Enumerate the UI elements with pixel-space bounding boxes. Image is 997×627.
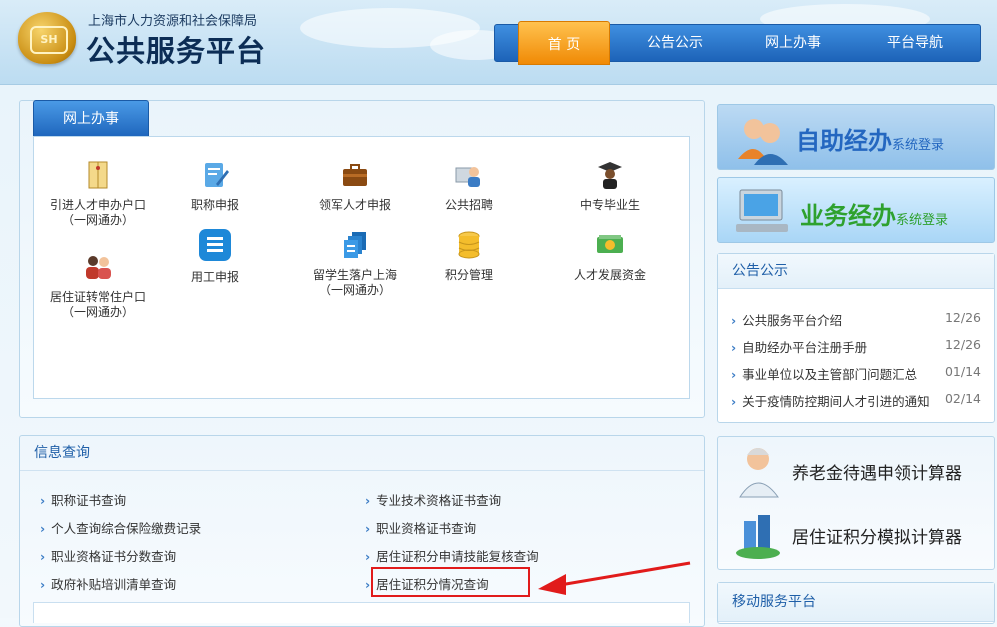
chevron-right-icon: ›	[40, 493, 46, 508]
city-buildings-icon	[736, 515, 780, 559]
link-insurance-record-query[interactable]: › 个人查询综合保险缴费记录	[40, 518, 201, 537]
link-title-certificate-query[interactable]: › 职称证书查询	[40, 490, 126, 509]
pension-calculator-label: 养老金待遇申领计算器	[792, 464, 962, 484]
nav-online-services[interactable]: 网上办事	[743, 25, 843, 61]
pension-calculator-link[interactable]: 养老金待遇申领计算器	[718, 439, 994, 503]
chevron-right-icon: ›	[40, 521, 46, 536]
main-nav: 首 页 公告公示 网上办事 平台导航	[494, 21, 981, 65]
users-icon	[738, 119, 788, 165]
documents-stack-icon	[340, 230, 370, 260]
chevron-right-icon: ›	[731, 313, 737, 328]
nav-home[interactable]: 首 页	[518, 21, 610, 65]
info-query-title: 信息查询	[20, 436, 704, 471]
service-label: 留学生落户上海 （一网通办）	[312, 268, 397, 297]
graduate-icon	[595, 160, 625, 190]
chevron-right-icon: ›	[365, 549, 371, 564]
service-title-application[interactable]: 职称申报	[160, 160, 270, 213]
emblem-text: SH	[30, 26, 68, 54]
notice-item[interactable]: › 自助经办平台注册手册 12/26	[731, 337, 981, 356]
service-label: 居住证转常住户口 （一网通办）	[49, 290, 146, 319]
service-label: 积分管理	[444, 268, 493, 282]
chevron-right-icon: ›	[731, 340, 737, 355]
money-icon	[595, 230, 625, 260]
info-query-lower-box	[33, 602, 690, 623]
service-talent-hukou[interactable]: 引进人才申办户口 （一网通办）	[43, 160, 153, 228]
highlight-box	[371, 567, 530, 597]
announcement-title: 公告公示	[718, 254, 994, 289]
nav-platform-guide[interactable]: 平台导航	[865, 25, 965, 61]
site-header: SH 上海市人力资源和社会保障局 公共服务平台 首 页 公告公示 网上办事 平台…	[0, 0, 997, 85]
recruitment-icon	[454, 160, 484, 190]
chevron-right-icon: ›	[731, 394, 737, 409]
notice-item[interactable]: › 公共服务平台介绍 12/26	[731, 310, 981, 329]
edit-form-icon	[200, 160, 230, 190]
self-service-login-banner[interactable]: 自助经办系统登录	[717, 104, 995, 170]
service-vocational-graduate[interactable]: 中专毕业生	[555, 160, 665, 213]
database-icon	[454, 230, 484, 260]
link-subsidized-training-query[interactable]: › 政府补贴培训清单查询	[40, 574, 176, 593]
notice-item[interactable]: › 事业单位以及主管部门问题汇总 01/14	[731, 364, 981, 383]
calculator-panel: 养老金待遇申领计算器 居住证积分模拟计算器	[717, 436, 995, 570]
chevron-right-icon: ›	[365, 493, 371, 508]
chevron-right-icon: ›	[365, 521, 371, 536]
service-label: 人才发展资金	[573, 268, 646, 282]
service-label: 领军人才申报	[318, 198, 391, 212]
org-name: 上海市人力资源和社会保障局	[88, 14, 258, 29]
service-public-recruitment[interactable]: 公共招聘	[414, 160, 524, 213]
list-icon	[198, 228, 232, 262]
family-icon	[83, 252, 113, 282]
business-login-banner[interactable]: 业务经办系统登录	[717, 177, 995, 243]
service-label: 公共招聘	[444, 198, 493, 212]
service-residence-to-hukou[interactable]: 居住证转常住户口 （一网通办）	[43, 252, 153, 320]
document-envelope-icon	[83, 160, 113, 190]
computer-monitor-icon	[736, 189, 788, 232]
tab-online-services[interactable]: 网上办事	[33, 100, 149, 138]
link-vocational-cert-query[interactable]: › 职业资格证书查询	[365, 518, 476, 537]
service-employment-declaration[interactable]: 用工申报	[160, 228, 270, 285]
chevron-right-icon: ›	[365, 577, 371, 592]
self-service-title: 自助经办系统登录	[796, 127, 945, 155]
service-label: 中专毕业生	[579, 198, 640, 212]
notice-item[interactable]: › 关于疫情防控期间人才引进的通知 02/14	[731, 391, 981, 410]
link-vocational-score-query[interactable]: › 职业资格证书分数查询	[40, 546, 176, 565]
service-label: 职称申报	[190, 198, 239, 212]
nav-announcements[interactable]: 公告公示	[625, 25, 725, 61]
elderly-person-icon	[739, 448, 779, 498]
chevron-right-icon: ›	[731, 367, 737, 382]
residence-points-calculator-link[interactable]: 居住证积分模拟计算器	[718, 503, 994, 567]
chevron-right-icon: ›	[40, 577, 46, 592]
service-label: 引进人才申办户口 （一网通办）	[49, 198, 146, 227]
chevron-right-icon: ›	[40, 549, 46, 564]
service-overseas-student-hukou[interactable]: 留学生落户上海 （一网通办）	[300, 230, 410, 298]
mobile-platform-title[interactable]: 移动服务平台	[718, 583, 994, 622]
service-leading-talent[interactable]: 领军人才申报	[300, 160, 410, 213]
service-points-management[interactable]: 积分管理	[414, 230, 524, 283]
site-title[interactable]: 公共服务平台	[86, 28, 266, 70]
link-professional-cert-query[interactable]: › 专业技术资格证书查询	[365, 490, 501, 509]
link-skill-review-query[interactable]: › 居住证积分申请技能复核查询	[365, 546, 539, 565]
service-talent-fund[interactable]: 人才发展资金	[555, 230, 665, 283]
briefcase-icon	[340, 160, 370, 190]
residence-points-calculator-label: 居住证积分模拟计算器	[792, 528, 962, 548]
business-title: 业务经办系统登录	[800, 202, 949, 230]
service-label: 用工申报	[190, 270, 239, 284]
emblem-logo-icon[interactable]: SH	[18, 12, 76, 64]
